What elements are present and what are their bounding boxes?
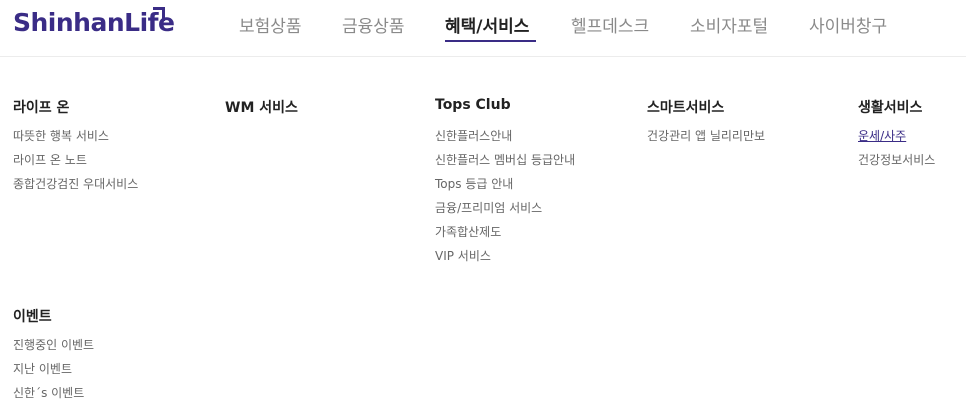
menu-item[interactable]: 건강관리 앱 닐리리만보 <box>647 124 765 148</box>
menu-title-life-service[interactable]: 생활서비스 <box>858 97 922 117</box>
logo[interactable]: ShinhanLife <box>13 8 175 37</box>
menu-item[interactable]: 신한플러스안내 <box>435 124 575 148</box>
nav-insurance-products[interactable]: 보험상품 <box>239 12 302 37</box>
page: ShinhanLife 보험상품 금융상품 혜택/서비스 헬프데스크 소비자포털… <box>0 0 966 420</box>
menu-item[interactable]: VIP 서비스 <box>435 244 575 268</box>
menu-list-smart-service: 건강관리 앱 닐리리만보 <box>647 124 765 148</box>
nav-financial-products[interactable]: 금융상품 <box>342 12 405 37</box>
nav-benefits-services[interactable]: 혜택/서비스 <box>445 12 529 37</box>
menu-list-life-service: 운세/사주 건강정보서비스 <box>858 124 935 172</box>
menu-item[interactable]: 진행중인 이벤트 <box>13 333 94 357</box>
menu-list-tops-club: 신한플러스안내 신한플러스 멤버십 등급안내 Tops 등급 안내 금융/프리미… <box>435 124 575 268</box>
menu-item[interactable]: 신한´s 이벤트 <box>13 381 94 405</box>
menu-item[interactable]: 지난 이벤트 <box>13 357 94 381</box>
menu-item[interactable]: 따뜻한 행복 서비스 <box>13 124 138 148</box>
nav-cyber-window[interactable]: 사이버창구 <box>809 12 887 37</box>
menu-list-life-on: 따뜻한 행복 서비스 라이프 온 노트 종합건강검진 우대서비스 <box>13 124 138 196</box>
menu-item[interactable]: Tops 등급 안내 <box>435 172 575 196</box>
menu-title-wm-service[interactable]: WM 서비스 <box>225 97 298 117</box>
menu-item[interactable]: 가족합산제도 <box>435 220 575 244</box>
menu-title-smart-service[interactable]: 스마트서비스 <box>647 97 724 117</box>
menu-item[interactable]: 금융/프리미엄 서비스 <box>435 196 575 220</box>
menu-title-events[interactable]: 이벤트 <box>13 306 52 326</box>
header: ShinhanLife 보험상품 금융상품 혜택/서비스 헬프데스크 소비자포털… <box>0 0 966 57</box>
nav-active-indicator <box>445 40 536 42</box>
menu-item-fortune[interactable]: 운세/사주 <box>858 124 935 148</box>
nav-consumer-portal[interactable]: 소비자포털 <box>690 12 768 37</box>
menu-item[interactable]: 종합건강검진 우대서비스 <box>13 172 138 196</box>
menu-item[interactable]: 라이프 온 노트 <box>13 148 138 172</box>
nav-help-desk[interactable]: 헬프데스크 <box>571 12 649 37</box>
menu-item[interactable]: 건강정보서비스 <box>858 148 935 172</box>
menu-list-events: 진행중인 이벤트 지난 이벤트 신한´s 이벤트 <box>13 333 94 405</box>
menu-item[interactable]: 신한플러스 멤버십 등급안내 <box>435 148 575 172</box>
menu-title-tops-club[interactable]: Tops Club <box>435 97 511 113</box>
logo-mark-icon <box>153 7 165 21</box>
menu-title-life-on[interactable]: 라이프 온 <box>13 97 69 117</box>
